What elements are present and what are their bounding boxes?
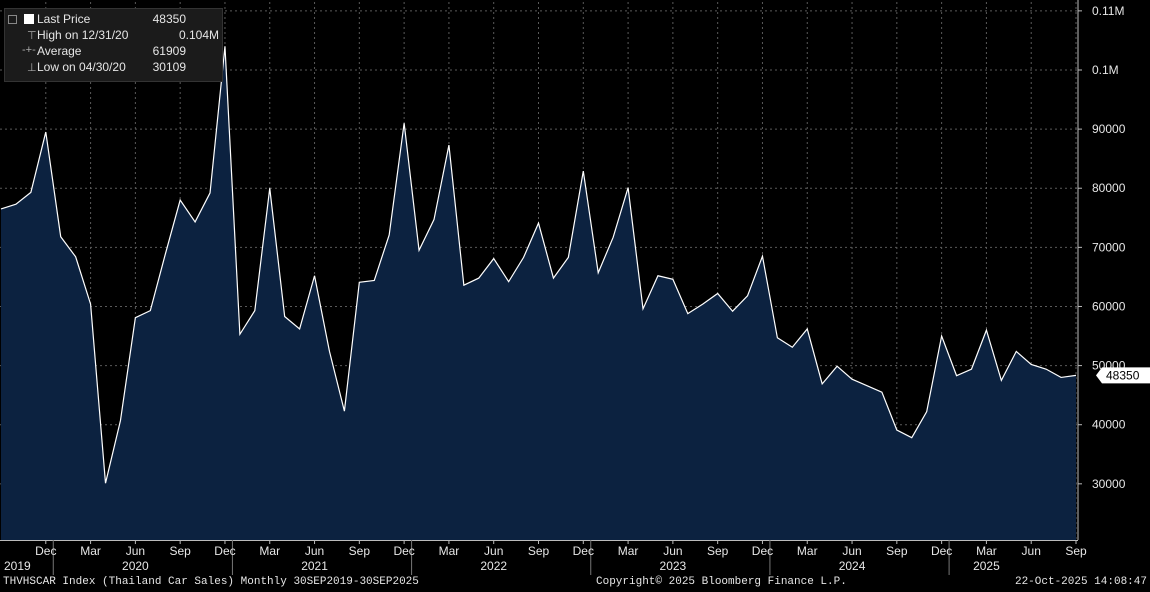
x-year-label: 2019 [4, 559, 31, 573]
x-tick-label: Mar [618, 544, 639, 558]
x-tick-label: Dec [573, 544, 594, 558]
legend-label: High on 12/31/20 [37, 28, 129, 42]
x-year-label: 2024 [839, 559, 866, 573]
legend-label: Average [37, 44, 82, 58]
x-tick-label: Jun [484, 544, 503, 558]
x-tick-label: Mar [797, 544, 818, 558]
x-year-label: 2023 [660, 559, 687, 573]
chart-legend: Last Price 48350 ⊤ High on 12/31/20 0.10… [4, 8, 223, 82]
x-tick-label: Sep [1065, 544, 1087, 558]
legend-last-price: Last Price 48350 [5, 12, 222, 28]
last-value-marker: 48350 [1096, 367, 1150, 384]
x-tick-label: Dec [214, 544, 235, 558]
x-tick-label: Jun [126, 544, 145, 558]
x-tick-label: Mar [439, 544, 460, 558]
last-value-label: 48350 [1106, 368, 1140, 382]
average-marker-icon: -+- [22, 44, 36, 56]
x-tick-label: Dec [35, 544, 56, 558]
x-tick-label: Mar [259, 544, 280, 558]
footer-ticker: THVHSCAR Index (Thailand Car Sales) Mont… [3, 576, 419, 588]
x-tick-label: Dec [393, 544, 414, 558]
legend-label: Low on 04/30/20 [37, 60, 126, 74]
y-tick-label: 0.11M [1092, 4, 1124, 18]
x-tick-label: Sep [528, 544, 550, 558]
x-tick-label: Sep [169, 544, 191, 558]
chart-area [0, 46, 1077, 541]
white-square-icon [24, 14, 34, 24]
legend-value: 30109 [152, 60, 186, 74]
y-tick-label: 0.1M [1092, 63, 1119, 77]
legend-low: ⊥ Low on 04/30/20 30109 [5, 60, 222, 76]
series-area-fill [1, 46, 1076, 541]
y-tick-label: 70000 [1092, 240, 1126, 254]
legend-average: -+- Average 61909 [5, 44, 222, 60]
x-tick-label: Jun [663, 544, 682, 558]
x-year-label: 2020 [122, 559, 149, 573]
x-tick-label: Jun [305, 544, 324, 558]
footer-copyright: Copyright© 2025 Bloomberg Finance L.P. [596, 576, 847, 588]
x-tick-label: Sep [349, 544, 371, 558]
x-axis-labels: Dec Mar Jun Sep Dec Mar Jun Sep Dec Mar Jun Sep Dec M… [4, 544, 1087, 573]
y-axis-labels: 300004000050000600007000080000900000.1M0… [1092, 4, 1150, 491]
x-tick-label: Jun [1022, 544, 1041, 558]
y-tick-label: 40000 [1092, 418, 1126, 432]
x-tick-label: Mar [80, 544, 101, 558]
legend-value: 61909 [152, 44, 186, 58]
x-tick-label: Mar [976, 544, 997, 558]
legend-value: 48350 [152, 12, 186, 26]
x-year-label: 2021 [301, 559, 328, 573]
price-chart: 300004000050000600007000080000900000.1M0… [0, 0, 1150, 575]
x-tick-label: Jun [842, 544, 861, 558]
high-marker-icon: ⊤ [27, 30, 37, 42]
y-tick-label: 90000 [1092, 122, 1126, 136]
legend-value: 0.104M [178, 28, 219, 42]
y-tick-label: 80000 [1092, 181, 1126, 195]
collapse-box-icon[interactable] [8, 15, 17, 24]
y-tick-label: 60000 [1092, 299, 1126, 313]
low-marker-icon: ⊥ [27, 62, 37, 74]
footer-timestamp: 22-Oct-2025 14:08:47 [1014, 576, 1147, 588]
x-tick-label: Dec [931, 544, 952, 558]
legend-label: Last Price [37, 12, 91, 26]
legend-high: ⊤ High on 12/31/20 0.104M [5, 28, 222, 44]
x-tick-label: Sep [886, 544, 908, 558]
y-tick-label: 30000 [1092, 477, 1126, 491]
x-year-label: 2022 [480, 559, 507, 573]
x-year-label: 2025 [973, 559, 1000, 573]
x-tick-label: Dec [752, 544, 773, 558]
x-tick-label: Sep [707, 544, 729, 558]
